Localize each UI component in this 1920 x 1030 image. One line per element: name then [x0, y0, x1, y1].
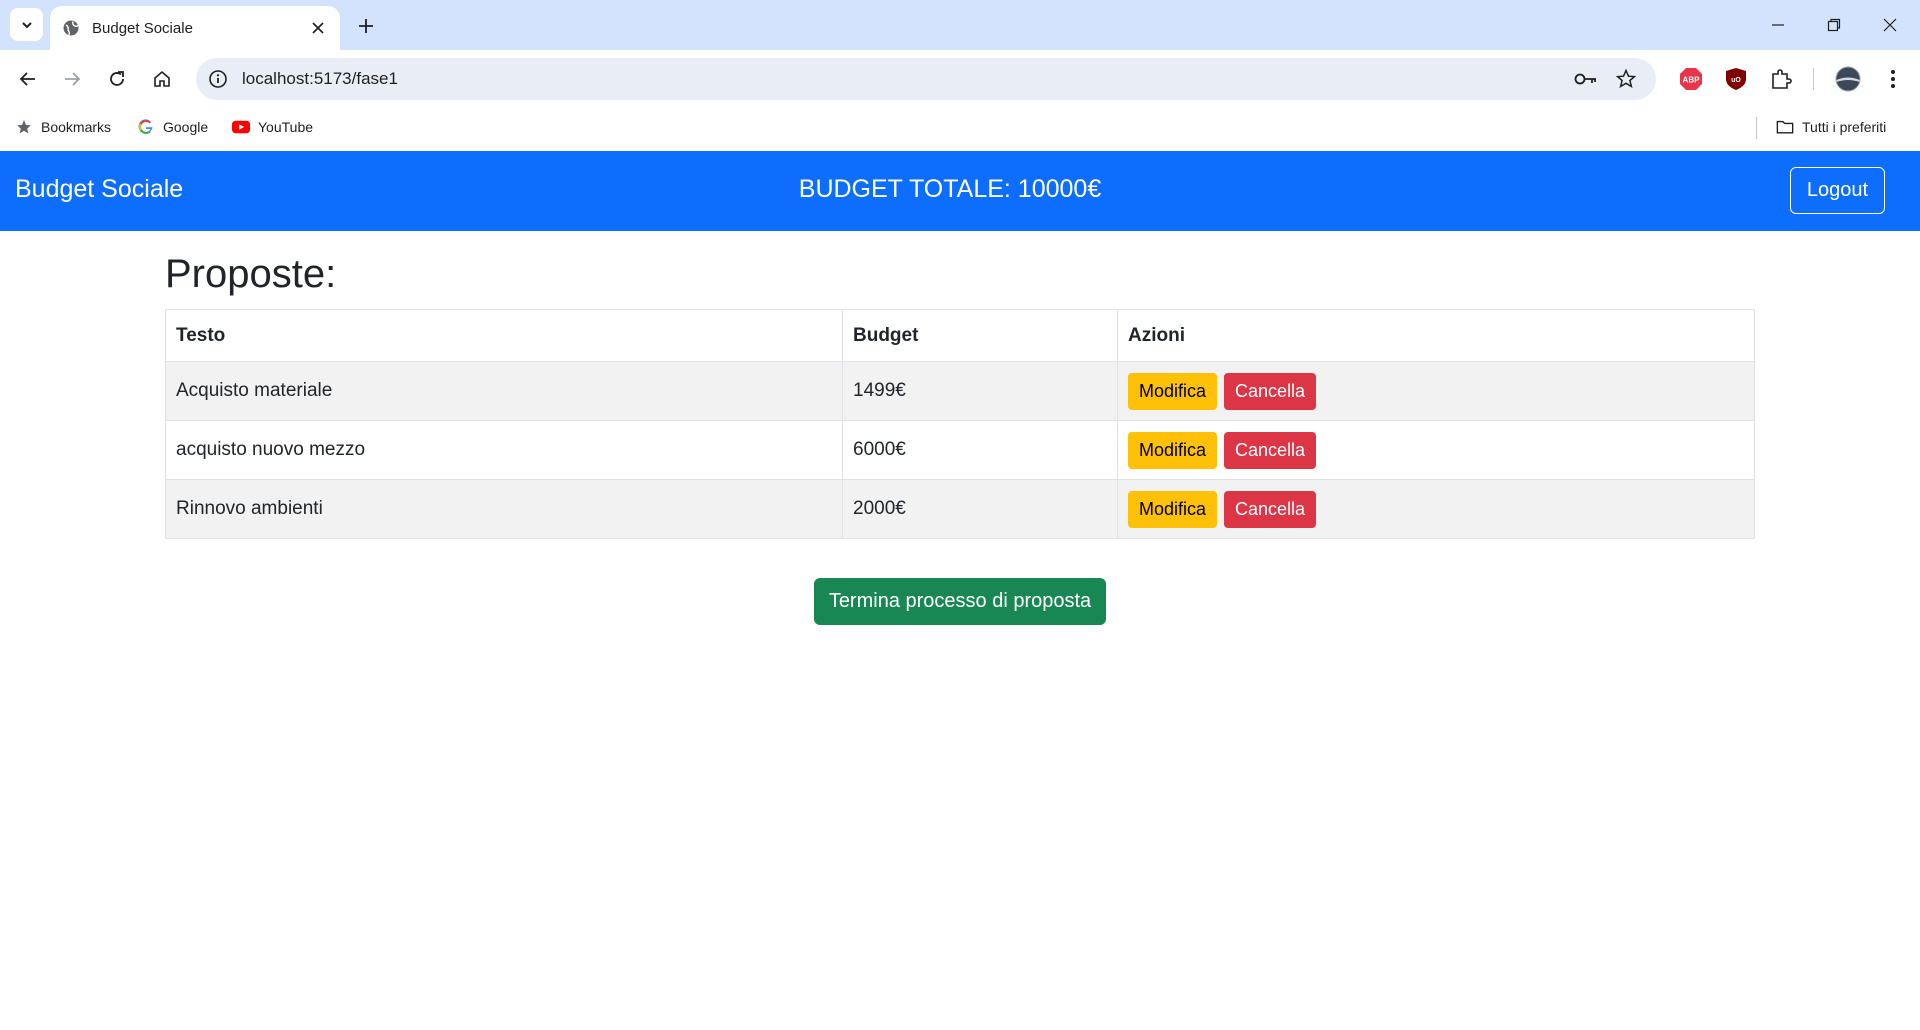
- forward-button[interactable]: [57, 64, 87, 94]
- key-icon: [1574, 73, 1596, 85]
- folder-icon: [1776, 118, 1794, 136]
- bookmark-item-google[interactable]: Google: [137, 118, 208, 136]
- delete-button[interactable]: Cancella: [1224, 490, 1317, 528]
- table-row: acquisto nuovo mezzo 6000€ Modifica Cance…: [165, 420, 1755, 480]
- restore-button[interactable]: [1806, 0, 1862, 50]
- tab-search-button[interactable]: [10, 8, 43, 41]
- close-icon: [1883, 18, 1897, 32]
- bookmark-label: YouTube: [258, 119, 314, 135]
- site-info-button[interactable]: [206, 67, 230, 91]
- bookmark-label: Google: [163, 119, 209, 135]
- extensions-button[interactable]: [1766, 64, 1796, 94]
- column-header-budget: Budget: [842, 309, 1118, 362]
- browser-toolbar: localhost:5173/fase1 ABP uO: [0, 50, 1920, 107]
- svg-text:uO: uO: [1731, 77, 1741, 84]
- cell-azioni: Modifica Cancella: [1117, 479, 1755, 539]
- cell-azioni: Modifica Cancella: [1117, 420, 1755, 480]
- bookmark-item-bookmarks[interactable]: Bookmarks: [15, 118, 111, 136]
- delete-button[interactable]: Cancella: [1224, 372, 1317, 410]
- close-window-button[interactable]: [1862, 0, 1918, 50]
- chrome-menu-button[interactable]: [1878, 64, 1908, 94]
- finish-proposals-button[interactable]: Termina processo di proposta: [814, 578, 1106, 625]
- address-bar[interactable]: localhost:5173/fase1: [196, 58, 1656, 100]
- abp-icon: ABP: [1680, 68, 1702, 90]
- column-header-testo: Testo: [165, 309, 843, 362]
- column-header-azioni: Azioni: [1117, 309, 1755, 362]
- toolbar-separator: [1813, 68, 1814, 90]
- page-title: Proposte:: [165, 252, 337, 296]
- table-header-row: Testo Budget Azioni: [165, 309, 1755, 362]
- youtube-icon: [232, 118, 250, 136]
- tab-title: Budget Sociale: [92, 19, 193, 37]
- password-key-button[interactable]: [1574, 67, 1598, 91]
- cell-testo: Rinnovo ambienti: [165, 479, 843, 539]
- chevron-down-icon: [21, 21, 32, 28]
- star-outline-icon: [1616, 69, 1636, 89]
- minimize-icon: [1772, 24, 1784, 26]
- bookmark-star-button[interactable]: [1614, 67, 1638, 91]
- plus-icon: [359, 19, 373, 33]
- arrow-right-icon: [65, 72, 81, 86]
- info-icon: [209, 70, 227, 88]
- bookmark-label: Bookmarks: [41, 119, 112, 135]
- budget-total: BUDGET TOTALE: 10000€: [798, 175, 1102, 203]
- minimize-button[interactable]: [1750, 0, 1806, 50]
- edit-button[interactable]: Modifica: [1128, 490, 1218, 528]
- edit-button[interactable]: Modifica: [1128, 372, 1218, 410]
- edit-button[interactable]: Modifica: [1128, 431, 1218, 469]
- puzzle-icon: [1772, 69, 1792, 89]
- cell-azioni: Modifica Cancella: [1117, 361, 1755, 421]
- app-navbar: Budget Sociale BUDGET TOTALE: 10000€ Log…: [0, 151, 1920, 231]
- close-icon: [312, 22, 324, 34]
- cell-budget: 1499€: [842, 361, 1118, 421]
- url-text: localhost:5173/fase1: [242, 69, 398, 88]
- svg-text:ABP: ABP: [1683, 76, 1701, 85]
- all-bookmarks-button[interactable]: Tutti i preferiti: [1776, 118, 1886, 136]
- adblock-extension-button[interactable]: ABP: [1676, 64, 1706, 94]
- more-vert-icon: [1891, 70, 1895, 88]
- bookmarks-separator: [1756, 117, 1757, 139]
- back-button[interactable]: [13, 64, 43, 94]
- ublock-icon: uO: [1726, 68, 1746, 90]
- cell-budget: 6000€: [842, 420, 1118, 480]
- cell-budget: 2000€: [842, 479, 1118, 539]
- globe-icon: [63, 20, 79, 36]
- tab-close-button[interactable]: [308, 18, 328, 38]
- ublock-extension-button[interactable]: uO: [1721, 64, 1751, 94]
- table-row: Acquisto materiale 1499€ Modifica Cancell…: [165, 361, 1755, 421]
- new-tab-button[interactable]: [352, 12, 380, 40]
- reload-button[interactable]: [102, 64, 132, 94]
- cell-testo: Acquisto materiale: [165, 361, 843, 421]
- bookmark-item-youtube[interactable]: YouTube: [232, 118, 313, 136]
- avatar-icon: [1835, 66, 1861, 92]
- arrow-left-icon: [19, 72, 35, 86]
- restore-icon: [1827, 18, 1841, 32]
- browser-tab[interactable]: Budget Sociale: [50, 6, 340, 50]
- all-bookmarks-label: Tutti i preferiti: [1802, 119, 1887, 135]
- home-icon: [154, 70, 170, 87]
- reload-icon: [110, 71, 124, 86]
- proposals-table: Testo Budget Azioni Acquisto materiale 1…: [165, 309, 1755, 539]
- delete-button[interactable]: Cancella: [1224, 431, 1317, 469]
- table-row: Rinnovo ambienti 2000€ Modifica Cancella: [165, 479, 1755, 539]
- google-icon: [137, 118, 155, 136]
- profile-button[interactable]: [1833, 64, 1863, 94]
- cell-testo: acquisto nuovo mezzo: [165, 420, 843, 480]
- bookmarks-bar: Bookmarks Google YouTube Tutti i preferi…: [0, 107, 1920, 151]
- home-button[interactable]: [147, 64, 177, 94]
- logout-button[interactable]: Logout: [1790, 167, 1885, 214]
- star-icon: [15, 118, 33, 136]
- browser-tab-bar: Budget Sociale: [0, 0, 1920, 50]
